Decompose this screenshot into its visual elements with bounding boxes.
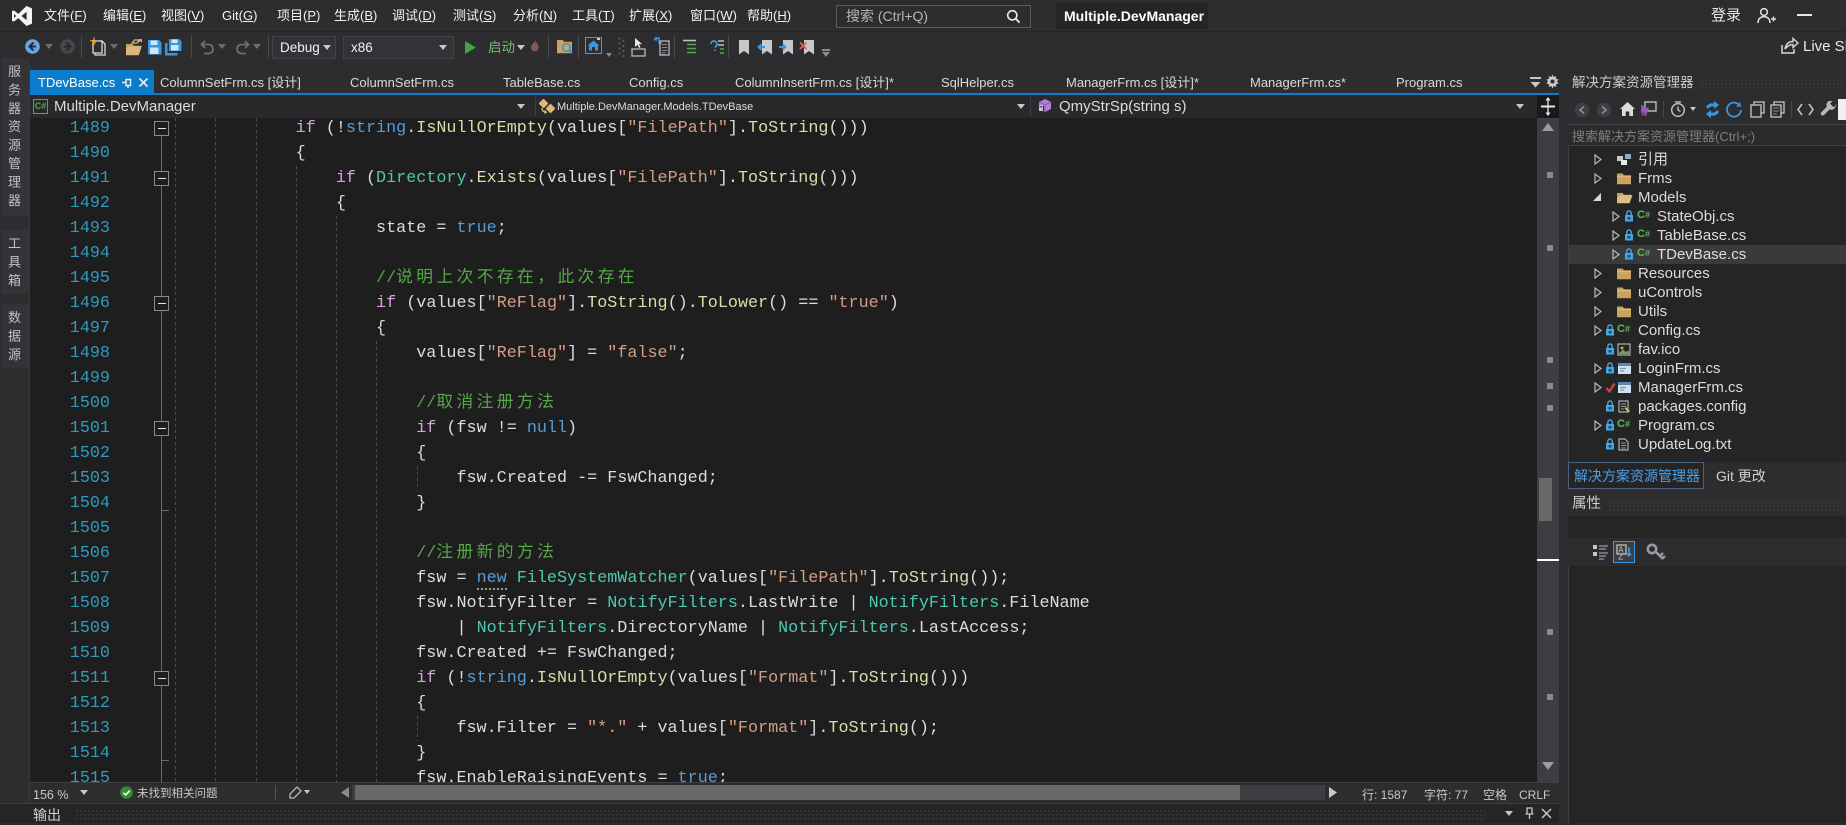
svg-text:Z: Z xyxy=(1618,553,1623,561)
